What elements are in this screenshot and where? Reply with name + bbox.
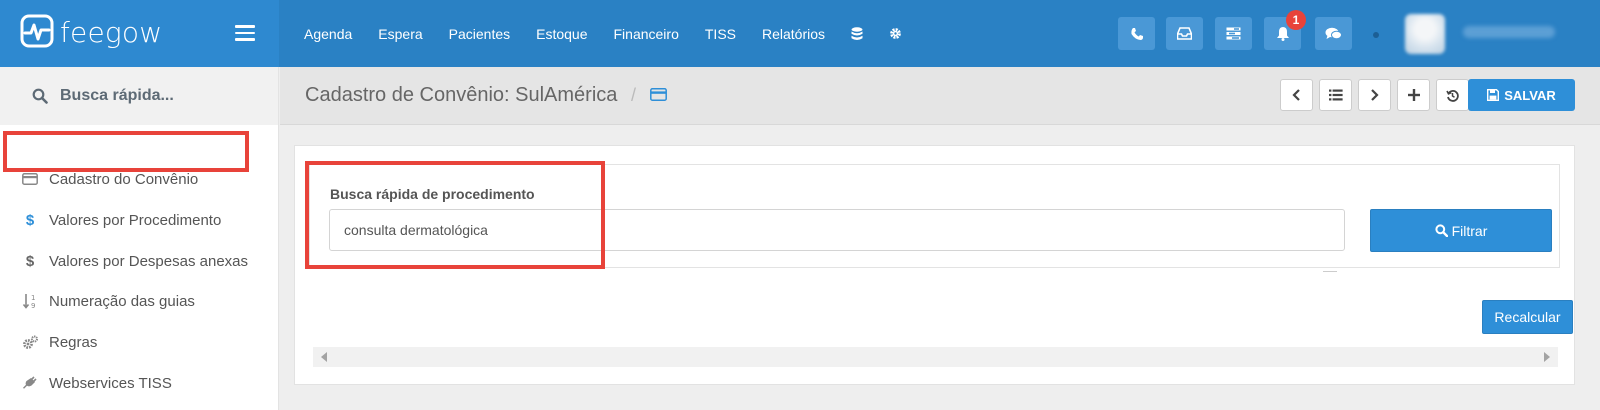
page-title: Cadastro de Convênio: SulAmérica bbox=[305, 84, 618, 106]
floppy-disk-icon bbox=[1487, 89, 1500, 101]
sidebar-item-valores-despesas[interactable]: $ Valores por Despesas anexas bbox=[20, 248, 248, 274]
status-dot bbox=[1373, 32, 1379, 38]
filter-button[interactable]: Filtrar bbox=[1370, 209, 1552, 252]
list-button[interactable] bbox=[1319, 79, 1352, 111]
gear-icon[interactable] bbox=[889, 27, 902, 40]
save-button-label: SALVAR bbox=[1504, 87, 1556, 103]
phone-button[interactable] bbox=[1118, 17, 1155, 50]
notifications-button[interactable]: 1 bbox=[1264, 10, 1306, 50]
list-icon bbox=[1328, 89, 1343, 101]
quick-search-label: Busca rápida... bbox=[60, 87, 174, 104]
cogs-icon bbox=[20, 335, 40, 350]
nav-pacientes[interactable]: Pacientes bbox=[449, 26, 510, 42]
nav-relatorios[interactable]: Relatórios bbox=[762, 26, 825, 42]
search-icon bbox=[32, 88, 48, 104]
breadcrumb-separator: / bbox=[631, 85, 637, 105]
menu-toggle-icon[interactable] bbox=[235, 25, 255, 41]
dollar-icon: $ bbox=[25, 211, 35, 229]
nav-espera[interactable]: Espera bbox=[378, 26, 422, 42]
save-button[interactable]: SALVAR bbox=[1468, 79, 1575, 111]
plug-icon bbox=[20, 375, 40, 391]
scroll-right-arrow-icon[interactable] bbox=[1544, 352, 1550, 362]
highlight-box-sidebar bbox=[3, 131, 249, 172]
bell-icon bbox=[1276, 27, 1289, 41]
nav-tiss[interactable]: TISS bbox=[705, 26, 736, 42]
sidebar-item-regras[interactable]: Regras bbox=[20, 329, 97, 355]
sidebar-item-label: Regras bbox=[49, 333, 98, 351]
brand-area: feegow bbox=[0, 0, 279, 67]
previous-button[interactable] bbox=[1280, 79, 1313, 111]
history-icon bbox=[1446, 89, 1459, 102]
sidebar-item-label: Valores por Despesas anexas bbox=[49, 252, 248, 270]
comments-icon bbox=[1325, 27, 1342, 39]
divider bbox=[1323, 271, 1337, 272]
quick-search[interactable]: Busca rápida... bbox=[0, 67, 278, 125]
svg-text:1: 1 bbox=[31, 294, 35, 302]
database-icon[interactable] bbox=[851, 26, 863, 41]
sidebar-item-label: Cadastro do Convênio bbox=[49, 170, 199, 188]
user-name-redacted[interactable] bbox=[1463, 26, 1555, 38]
svg-text:9: 9 bbox=[31, 302, 35, 309]
sidebar-item-label: Numeração das guias bbox=[49, 292, 195, 310]
plus-icon bbox=[1407, 89, 1420, 101]
sort-numeric-icon: 19 bbox=[20, 293, 40, 309]
tasks-button[interactable] bbox=[1215, 17, 1252, 50]
recalculate-button[interactable]: Recalcular bbox=[1482, 300, 1573, 334]
top-navbar: feegow Agenda Espera Pacientes Estoque F… bbox=[0, 0, 1600, 67]
sidebar-item-label: Valores por Procedimento bbox=[49, 211, 222, 229]
inbox-button[interactable] bbox=[1166, 17, 1203, 50]
inbox-icon bbox=[1177, 27, 1192, 40]
chat-button[interactable] bbox=[1315, 17, 1352, 50]
user-avatar[interactable] bbox=[1405, 14, 1445, 54]
dollar-icon: $ bbox=[25, 252, 35, 270]
phone-icon bbox=[1130, 27, 1143, 40]
chevron-right-icon bbox=[1371, 89, 1379, 101]
sidebar-item-numeracao[interactable]: 19 Numeração das guias bbox=[20, 288, 195, 314]
recalculate-button-label: Recalcular bbox=[1494, 309, 1561, 325]
chevron-left-icon bbox=[1292, 89, 1300, 101]
credit-card-icon bbox=[20, 173, 40, 185]
credit-card-icon bbox=[650, 88, 667, 101]
tasks-icon bbox=[1226, 27, 1241, 40]
filter-button-label: Filtrar bbox=[1451, 222, 1488, 239]
sidebar-item-label: Webservices TISS bbox=[49, 374, 172, 392]
history-button[interactable] bbox=[1436, 79, 1469, 111]
add-button[interactable] bbox=[1397, 79, 1430, 111]
nav-financeiro[interactable]: Financeiro bbox=[614, 26, 679, 42]
sidebar: Busca rápida... Cadastro do Convênio $ V… bbox=[0, 67, 279, 410]
search-icon bbox=[1435, 224, 1448, 237]
scroll-left-arrow-icon[interactable] bbox=[321, 352, 327, 362]
nav-agenda[interactable]: Agenda bbox=[304, 26, 352, 42]
page-header: Cadastro de Convênio: SulAmérica / SALVA… bbox=[280, 67, 1600, 125]
nav-estoque[interactable]: Estoque bbox=[536, 26, 587, 42]
main-nav: Agenda Espera Pacientes Estoque Financei… bbox=[304, 0, 928, 67]
feegow-logo-icon bbox=[20, 14, 54, 48]
sidebar-item-valores-procedimento[interactable]: $ Valores por Procedimento bbox=[20, 207, 221, 233]
horizontal-scrollbar[interactable] bbox=[313, 347, 1558, 367]
sidebar-item-webservices[interactable]: Webservices TISS bbox=[20, 370, 172, 396]
next-button[interactable] bbox=[1358, 79, 1391, 111]
notification-badge: 1 bbox=[1286, 10, 1306, 30]
highlight-box-search bbox=[305, 161, 605, 269]
brand-name: feegow bbox=[60, 16, 163, 49]
